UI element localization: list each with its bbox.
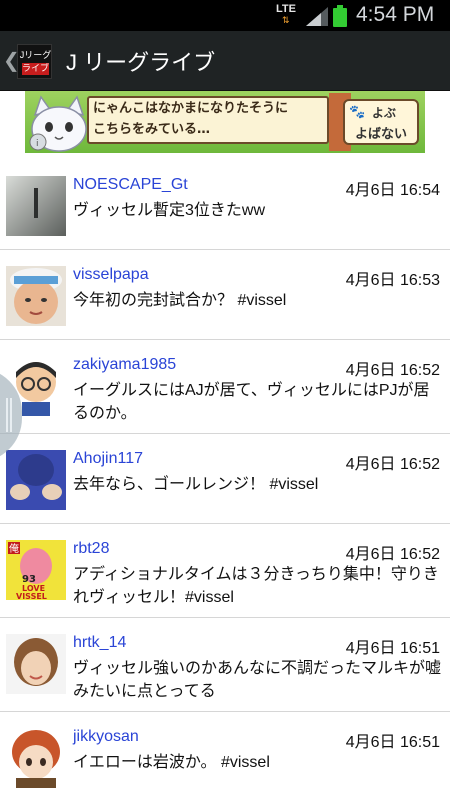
tweet-row[interactable]: jikkyosan 4月6日 16:51 イエローは岩波か。 #vissel	[0, 712, 450, 800]
svg-text:i: i	[36, 139, 39, 149]
tweet-text: ヴィッセル強いのかあんなに不調だったマルキが嘘みたいに点とってる	[73, 660, 442, 700]
app-title: J リーグライブ	[66, 50, 216, 75]
signal-icon	[306, 7, 328, 26]
tweet-text: イエローは岩波か。 #vissel	[73, 754, 270, 771]
ad-button-line2: よばない	[355, 127, 408, 142]
paw-icon: 🐾	[349, 105, 366, 120]
tweet-username[interactable]: zakiyama1985	[73, 356, 176, 374]
tweet-time: 4月6日 16:54	[345, 182, 440, 199]
app-icon[interactable]: Jリーグ ライブ	[17, 44, 52, 79]
tweet-username[interactable]: NOESCAPE_Gt	[73, 176, 188, 194]
ad-call-button[interactable]: 🐾 よぶ よばない	[343, 99, 419, 145]
app-icon-line1: Jリーグ	[19, 50, 52, 60]
status-clock: 4:54 PM	[356, 3, 435, 26]
status-bar: LTE ⇅ 4:54 PM	[0, 0, 450, 31]
ad-line2: こちらをみている…	[93, 122, 211, 137]
avatar[interactable]: 俺 93 LOVE VISSEL	[6, 540, 66, 600]
tweet-text: 去年なら、ゴールレンジ！ #vissel	[73, 476, 319, 493]
tweet-row[interactable]: visselpapa 4月6日 16:53 今年初の完封試合か？ #vissel	[0, 250, 450, 340]
ad-message: にゃんこはなかまになりたそうに こちらをみている…	[87, 96, 329, 144]
tweet-username[interactable]: visselpapa	[73, 266, 149, 284]
tweet-text: 今年初の完封試合か？ #vissel	[73, 292, 287, 309]
battery-icon	[333, 5, 347, 27]
app-icon-line2: ライブ	[22, 63, 50, 75]
tweet-text: ヴィッセル暫定3位きたww	[73, 202, 266, 219]
tweet-username[interactable]: rbt28	[73, 540, 109, 558]
tweet-time: 4月6日 16:53	[345, 272, 440, 289]
ad-line1: にゃんこはなかまになりたそうに	[93, 101, 289, 116]
action-bar: ❮ Jリーグ ライブ J リーグライブ	[0, 31, 450, 91]
tweet-row[interactable]: 俺 93 LOVE VISSEL rbt28 4月6日 16:52 アディショナ…	[0, 524, 450, 618]
ad-banner[interactable]: i にゃんこはなかまになりたそうに こちらをみている… 🐾 よぶ よばない	[25, 91, 425, 153]
ad-area: i にゃんこはなかまになりたそうに こちらをみている… 🐾 よぶ よばない	[0, 91, 450, 156]
tweet-time: 4月6日 16:52	[345, 362, 440, 379]
tweet-row[interactable]: NOESCAPE_Gt 4月6日 16:54 ヴィッセル暫定3位きたww	[0, 160, 450, 250]
ad-button-line1: よぶ	[372, 106, 397, 120]
data-activity-icon: ⇅	[282, 16, 289, 26]
tweet-feed[interactable]: NOESCAPE_Gt 4月6日 16:54 ヴィッセル暫定3位きたww vis…	[0, 160, 450, 800]
network-type: LTE	[276, 3, 296, 15]
tweet-username[interactable]: Ahojin117	[73, 450, 143, 468]
tweet-row[interactable]: zakiyama1985 4月6日 16:52 イーグルスにはAJが居て、ヴィッ…	[0, 340, 450, 434]
cat-illustration-icon: i	[29, 95, 87, 152]
avatar[interactable]	[6, 450, 66, 510]
tweet-username[interactable]: hrtk_14	[73, 634, 126, 652]
tweet-username[interactable]: jikkyosan	[73, 728, 139, 746]
handle-grip-icon	[10, 398, 12, 432]
badge-line2: VISSEL	[16, 592, 47, 600]
handle-grip-icon	[6, 398, 8, 432]
avatar[interactable]	[6, 176, 66, 236]
avatar[interactable]	[6, 266, 66, 326]
tweet-time: 4月6日 16:52	[345, 456, 440, 473]
avatar[interactable]	[6, 634, 66, 694]
tweet-time: 4月6日 16:52	[345, 546, 440, 563]
tweet-time: 4月6日 16:51	[345, 640, 440, 657]
tweet-text: アディショナルタイムは３分きっちり集中！守りきれヴィッセル！#vissel	[73, 566, 439, 606]
badge-top: 俺	[9, 542, 19, 555]
tweet-time: 4月6日 16:51	[345, 734, 440, 751]
avatar[interactable]	[6, 728, 66, 788]
tweet-row[interactable]: Ahojin117 4月6日 16:52 去年なら、ゴールレンジ！ #visse…	[0, 434, 450, 524]
tweet-row[interactable]: hrtk_14 4月6日 16:51 ヴィッセル強いのかあんなに不調だったマルキ…	[0, 618, 450, 712]
tweet-text: イーグルスにはAJが居て、ヴィッセルにはPJが居るのか。	[73, 382, 430, 422]
